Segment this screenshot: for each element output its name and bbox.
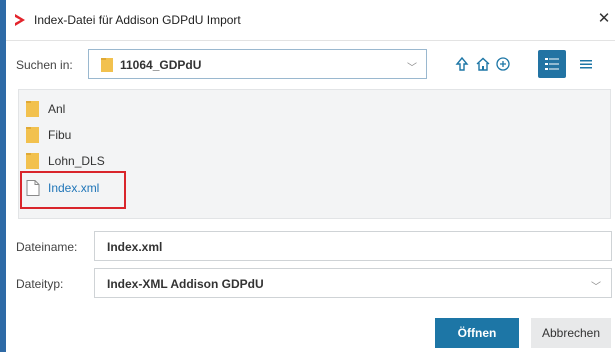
new-folder-icon[interactable] <box>495 56 511 72</box>
folder-icon <box>26 127 39 143</box>
list-view-icon[interactable] <box>578 56 594 72</box>
dialog-title: Index-Datei für Addison GDPdU Import <box>34 13 241 27</box>
open-button[interactable]: Öffnen <box>435 318 519 348</box>
cancel-button[interactable]: Abbrechen <box>531 318 611 348</box>
app-logo-icon <box>15 14 25 26</box>
list-item-fibu[interactable]: Fibu <box>19 123 319 147</box>
up-arrow-icon[interactable] <box>454 56 470 72</box>
filetype-label: Dateityp: <box>16 277 64 291</box>
folder-icon <box>101 58 113 72</box>
chevron-down-icon: ﹀ <box>591 282 601 293</box>
close-icon[interactable]: ✕ <box>594 8 614 30</box>
list-item-anl[interactable]: Anl <box>19 97 319 121</box>
list-item-lohn-dls[interactable]: Lohn_DLS <box>19 149 319 173</box>
filename-label: Dateiname: <box>16 240 78 254</box>
folder-icon <box>26 101 39 117</box>
look-in-dropdown[interactable]: 11064_GDPdU ﹀ <box>88 49 427 79</box>
details-view-icon <box>545 58 559 70</box>
look-in-value: 11064_GDPdU <box>120 58 202 72</box>
file-open-dialog: Index-Datei für Addison GDPdU Import ✕ S… <box>6 0 615 352</box>
file-name: Lohn_DLS <box>48 154 105 168</box>
title-bar: Index-Datei für Addison GDPdU Import ✕ <box>6 0 615 41</box>
filename-value: Index.xml <box>107 240 163 254</box>
filetype-value: Index-XML Addison GDPdU <box>107 277 264 291</box>
file-name: Fibu <box>48 128 72 142</box>
selection-highlight-box <box>20 171 126 209</box>
details-view-button[interactable] <box>538 50 566 78</box>
file-name: Anl <box>48 102 66 116</box>
folder-icon <box>26 153 39 169</box>
chevron-down-icon: ﹀ <box>407 63 417 74</box>
home-icon[interactable] <box>475 56 491 72</box>
filetype-dropdown[interactable]: Index-XML Addison GDPdU ﹀ <box>94 268 612 298</box>
look-in-label: Suchen in: <box>16 58 73 72</box>
filename-field[interactable]: Index.xml <box>94 231 612 261</box>
